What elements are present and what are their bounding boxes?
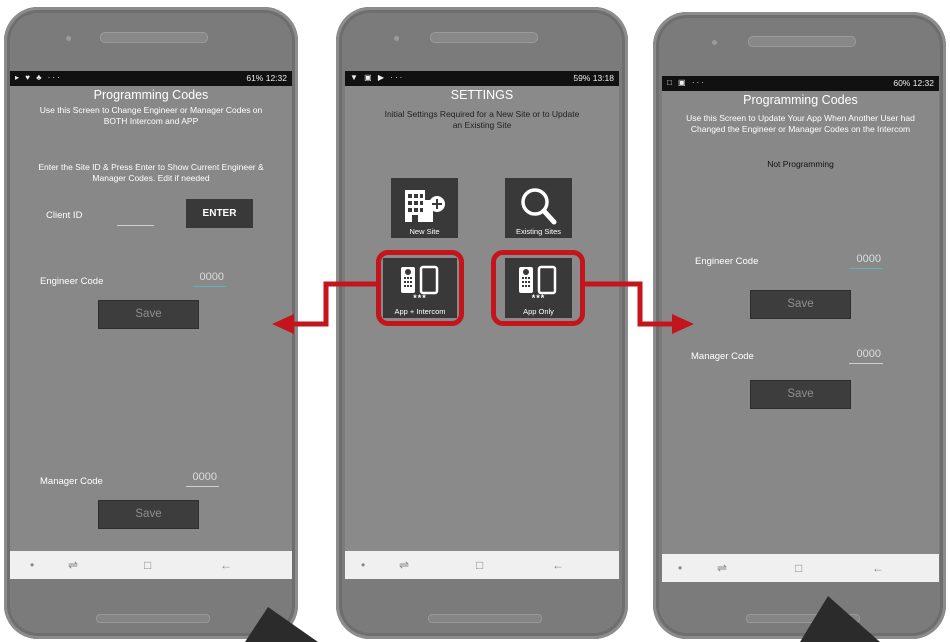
back-arrow-icon[interactable]: ← xyxy=(552,558,564,572)
subtitle-line: Use this Screen to Update Your App When … xyxy=(686,113,915,123)
status-bar: ▸ ♥ ♣ ··· 61% 12:32 xyxy=(10,71,292,86)
engineer-code-field[interactable]: 0000 xyxy=(193,271,226,287)
save-manager-button[interactable]: Save xyxy=(98,500,199,529)
highlight-frame-app-only xyxy=(491,250,585,326)
engineer-code-label: Engineer Code xyxy=(40,276,104,287)
page-title: SETTINGS xyxy=(450,88,514,102)
front-camera xyxy=(712,40,717,45)
subtitle-line: Use this Screen to Change Engineer or Ma… xyxy=(39,105,263,115)
manager-code-field[interactable]: 0000 xyxy=(186,471,219,487)
instructions-line: Manager Codes. Edit if needed xyxy=(92,173,210,183)
magnifier-icon xyxy=(521,188,557,225)
manager-code-label: Manager Code xyxy=(40,476,103,487)
dot-icon[interactable]: • xyxy=(361,558,365,572)
instructions: Enter the Site ID & Press Enter to Show … xyxy=(10,162,292,184)
programming-status: Not Programming xyxy=(767,159,834,169)
right-screen: □ ▣ ··· 60% 12:32 Programming Codes Use … xyxy=(662,76,939,582)
earpiece-speaker xyxy=(430,32,538,43)
enter-button[interactable]: ENTER xyxy=(186,199,253,228)
home-square-icon[interactable]: □ xyxy=(144,558,151,572)
home-square-icon[interactable]: □ xyxy=(795,561,802,575)
back-arrow-icon[interactable]: ← xyxy=(220,558,232,572)
save-engineer-button[interactable]: Save xyxy=(750,290,851,319)
earpiece-speaker xyxy=(100,32,208,43)
bottom-speaker xyxy=(428,614,542,623)
dot-icon[interactable]: • xyxy=(30,558,34,572)
existing-sites-tile[interactable]: Existing Sites xyxy=(505,178,572,238)
earpiece-speaker xyxy=(748,36,856,47)
status-battery-time: 60% 12:32 xyxy=(893,78,934,88)
left-phone: ▸ ♥ ♣ ··· 61% 12:32 Programming Codes Us… xyxy=(4,7,298,639)
status-bar: ▼ ▣ ▶ ··· 59% 13:18 xyxy=(345,71,619,86)
status-icons: ▼ ▣ ▶ ··· xyxy=(350,73,405,82)
subtitle-line: BOTH Intercom and APP xyxy=(103,116,199,126)
page-subtitle: Initial Settings Required for a New Site… xyxy=(345,109,619,131)
page-title: Programming Codes xyxy=(743,93,858,107)
page-subtitle: Use this Screen to Update Your App When … xyxy=(662,113,939,135)
subtitle-line: an Existing Site xyxy=(452,120,512,130)
tile-label: Existing Sites xyxy=(515,227,562,236)
engineer-code-field[interactable]: 0000 xyxy=(849,253,883,269)
front-camera xyxy=(66,36,71,41)
nav-bar: • ⇌ □ ← xyxy=(345,551,619,579)
status-battery-time: 59% 13:18 xyxy=(573,73,614,83)
middle-screen: ▼ ▣ ▶ ··· 59% 13:18 SETTINGS Initial Set… xyxy=(345,71,619,579)
front-camera xyxy=(394,36,399,41)
bottom-speaker xyxy=(746,614,860,623)
middle-phone: ▼ ▣ ▶ ··· 59% 13:18 SETTINGS Initial Set… xyxy=(336,7,628,639)
save-engineer-button[interactable]: Save xyxy=(98,300,199,329)
new-site-tile[interactable]: New Site xyxy=(391,178,458,238)
back-arrow-icon[interactable]: ← xyxy=(872,561,884,575)
page-title: Programming Codes xyxy=(93,88,209,102)
status-icons: □ ▣ ··· xyxy=(667,78,706,87)
page-subtitle: Use this Screen to Change Engineer or Ma… xyxy=(10,105,292,127)
subtitle-line: Changed the Engineer or Manager Codes on… xyxy=(690,124,911,134)
right-phone: □ ▣ ··· 60% 12:32 Programming Codes Use … xyxy=(653,12,946,639)
client-id-field[interactable] xyxy=(117,211,154,226)
dot-icon[interactable]: • xyxy=(678,561,682,575)
recents-icon[interactable]: ⇌ xyxy=(399,558,409,572)
nav-bar: • ⇌ □ ← xyxy=(662,554,939,582)
highlight-frame-app-intercom xyxy=(376,250,464,326)
instructions-line: Enter the Site ID & Press Enter to Show … xyxy=(38,162,264,172)
left-screen: ▸ ♥ ♣ ··· 61% 12:32 Programming Codes Us… xyxy=(10,71,292,579)
engineer-code-label: Engineer Code xyxy=(695,256,759,267)
bottom-speaker xyxy=(96,614,210,623)
client-id-label: Client ID xyxy=(46,210,83,221)
home-square-icon[interactable]: □ xyxy=(476,558,483,572)
nav-bar: • ⇌ □ ← xyxy=(10,551,292,579)
status-icons: ▸ ♥ ♣ ··· xyxy=(15,73,62,82)
status-bar: □ ▣ ··· 60% 12:32 xyxy=(662,76,939,91)
building-plus-icon xyxy=(405,190,445,222)
manager-code-label: Manager Code xyxy=(691,351,754,362)
status-battery-time: 61% 12:32 xyxy=(246,73,287,83)
save-manager-button[interactable]: Save xyxy=(750,380,851,409)
subtitle-line: Initial Settings Required for a New Site… xyxy=(384,109,580,119)
tile-label: New Site xyxy=(409,227,440,236)
recents-icon[interactable]: ⇌ xyxy=(68,558,78,572)
manager-code-field[interactable]: 0000 xyxy=(849,348,883,364)
recents-icon[interactable]: ⇌ xyxy=(717,561,727,575)
